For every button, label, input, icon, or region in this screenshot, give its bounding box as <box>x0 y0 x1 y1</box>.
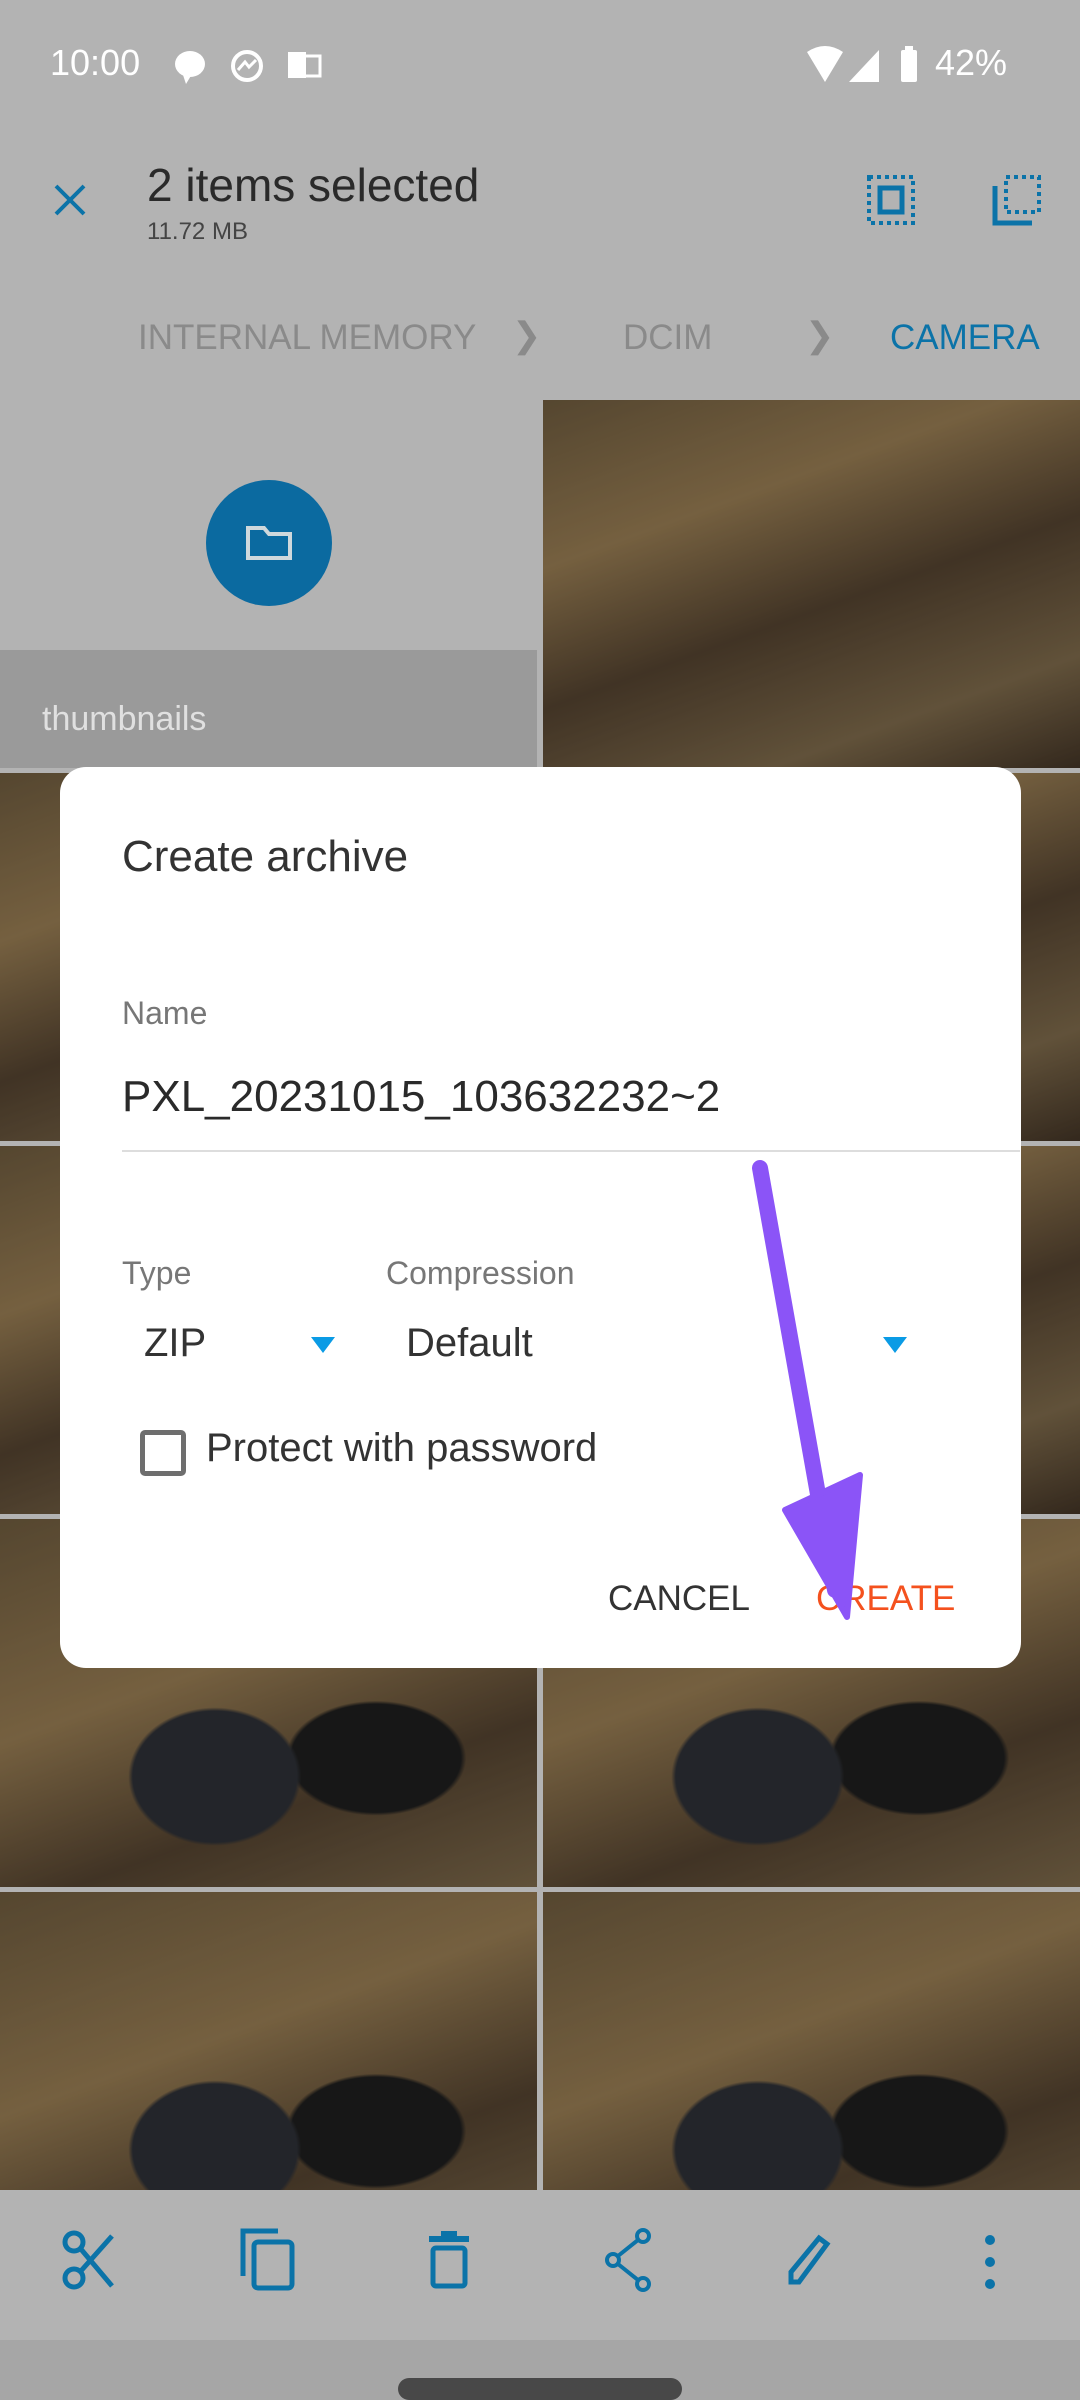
compression-dropdown[interactable]: Default <box>386 1307 976 1387</box>
compression-value: Default <box>406 1321 533 1365</box>
selection-size: 11.72 MB <box>147 218 248 245</box>
type-label: Type <box>122 1255 192 1291</box>
dropdown-arrow-icon <box>311 1337 335 1353</box>
copy-icon[interactable] <box>240 2228 300 2292</box>
delete-icon[interactable] <box>425 2230 475 2290</box>
outlook-icon <box>288 52 322 78</box>
password-checkbox-row[interactable]: Protect with password <box>140 1422 740 1482</box>
breadcrumb: INTERNAL MEMORY ❯ DCIM ❯ CAMERA <box>0 300 1080 400</box>
breadcrumb-camera[interactable]: CAMERA <box>890 318 1040 358</box>
name-value: PXL_20231015_103632232~2 <box>122 1072 721 1121</box>
type-dropdown[interactable]: ZIP <box>122 1307 372 1387</box>
password-checkbox[interactable] <box>140 1430 186 1476</box>
close-icon[interactable] <box>50 180 90 220</box>
notification-icons <box>175 50 322 84</box>
chat-bubble-icon <box>175 51 205 84</box>
selection-title: 2 items selected <box>147 159 480 211</box>
chevron-right-icon: ❯ <box>805 316 835 355</box>
chevron-right-icon: ❯ <box>512 316 542 355</box>
battery-percent: 42% <box>935 42 1008 83</box>
create-button[interactable]: CREATE <box>816 1579 955 1619</box>
status-bar: 10:00 42% <box>0 0 1080 130</box>
signal-icon <box>849 50 879 82</box>
name-label: Name <box>122 995 208 1031</box>
breadcrumb-internal-memory[interactable]: INTERNAL MEMORY <box>138 318 476 358</box>
folder-label: thumbnails <box>42 700 207 738</box>
compression-label: Compression <box>386 1255 575 1291</box>
photo-tile[interactable] <box>543 400 1080 768</box>
cancel-button[interactable]: CANCEL <box>608 1579 750 1619</box>
create-archive-dialog: Create archive Name PXL_20231015_1036322… <box>60 767 1021 1668</box>
messenger-icon <box>231 50 263 82</box>
password-label: Protect with password <box>206 1426 598 1470</box>
type-value: ZIP <box>144 1321 207 1365</box>
select-all-icon[interactable] <box>866 174 916 226</box>
folder-thumbnails[interactable]: thumbnails <box>0 400 537 768</box>
home-handle[interactable] <box>398 2378 682 2400</box>
dropdown-arrow-icon <box>883 1337 907 1353</box>
breadcrumb-dcim[interactable]: DCIM <box>623 318 712 358</box>
rename-icon[interactable] <box>785 2230 835 2290</box>
more-icon[interactable] <box>980 2232 1000 2292</box>
cut-icon[interactable] <box>60 2230 120 2290</box>
name-input[interactable]: PXL_20231015_103632232~2 <box>122 1072 1020 1152</box>
select-range-icon[interactable] <box>992 174 1042 226</box>
folder-icon <box>206 480 332 606</box>
status-time: 10:00 <box>50 42 141 83</box>
battery-icon <box>901 50 917 82</box>
navigation-bar <box>0 2340 1080 2400</box>
dialog-title: Create archive <box>122 832 409 881</box>
system-icons <box>807 46 917 82</box>
selection-toolbar: 2 items selected 11.72 MB <box>0 130 1080 300</box>
wifi-icon <box>807 46 843 82</box>
action-bar <box>0 2190 1080 2340</box>
share-icon[interactable] <box>605 2228 655 2292</box>
